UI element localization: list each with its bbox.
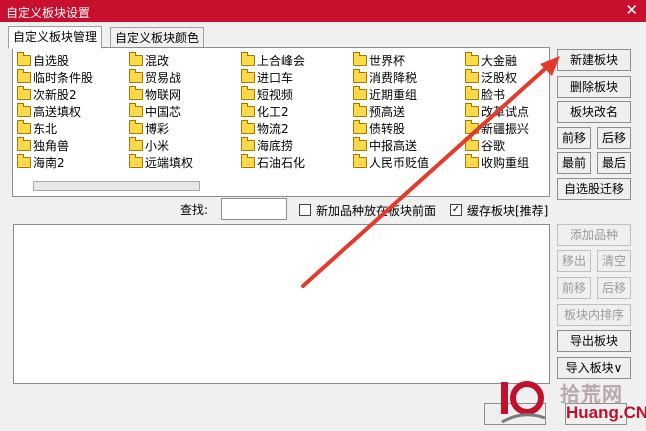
tab-block-management[interactable]: 自定义板块管理 [8,26,103,49]
watermark-domain-text: Huang.CN [566,403,646,422]
annotation-arrow [301,56,560,288]
watermark-logo-icon [501,381,546,424]
